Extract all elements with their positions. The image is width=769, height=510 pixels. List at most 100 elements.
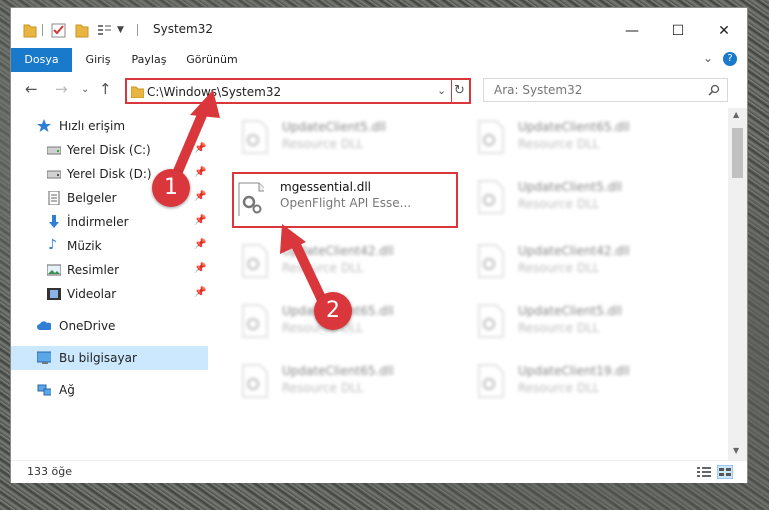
file-name: mgessential.dll: [280, 180, 372, 194]
step-badge-2: 2: [314, 292, 352, 330]
file-name: UpdateClient42.dll: [282, 244, 394, 258]
pin-icon[interactable]: 📌: [194, 263, 206, 274]
network-icon: [37, 384, 51, 396]
sidebar-item-music[interactable]: ♪ Müzik 📌: [11, 234, 208, 258]
ribbon-expand-icon[interactable]: ⌄: [703, 51, 713, 65]
music-icon: ♪: [48, 237, 57, 253]
up-arrow-icon[interactable]: ↑: [99, 80, 112, 98]
sidebar-item-label: Yerel Disk (C:): [67, 143, 151, 157]
sidebar-item-label: Belgeler: [67, 191, 117, 205]
maximize-button[interactable]: ☐: [655, 16, 701, 46]
ribbon-tabs: Dosya Giriş Paylaş Görünüm ⌄ ?: [11, 48, 747, 102]
dll-file-icon: [238, 182, 264, 216]
pin-icon[interactable]: 📌: [194, 143, 206, 154]
sidebar-item-label: Yerel Disk (D:): [67, 167, 152, 181]
list-item[interactable]: UpdateClient42.dll Resource DLL: [470, 236, 700, 290]
sidebar-item-downloads[interactable]: İndirmeler 📌: [11, 210, 208, 234]
list-item[interactable]: UpdateClient42.dll Resource DLL: [234, 236, 464, 290]
scroll-down-icon[interactable]: ▼: [733, 446, 739, 455]
sidebar-item-this-pc[interactable]: Bu bilgisayar: [11, 346, 208, 370]
file-type: Resource DLL: [518, 197, 600, 211]
dll-file-icon: [242, 304, 268, 338]
navigation-pane: Hızlı erişim Yerel Disk (C:) 📌 Yerel Dis…: [11, 108, 208, 460]
address-divider: [451, 80, 452, 102]
close-button[interactable]: ✕: [701, 16, 747, 46]
title-bar: ▼ System32 — ☐ ✕: [11, 8, 747, 48]
computer-icon: [37, 351, 51, 364]
refresh-icon[interactable]: ↻: [454, 83, 465, 98]
pin-icon[interactable]: 📌: [194, 191, 206, 202]
details-view-icon[interactable]: [697, 466, 711, 478]
tab-home[interactable]: Giriş: [81, 48, 115, 72]
video-icon: [47, 288, 61, 300]
forward-arrow-icon[interactable]: →: [55, 80, 68, 98]
window-title: System32: [153, 22, 214, 36]
new-folder-icon[interactable]: [75, 22, 89, 38]
toolbar-divider: [137, 24, 138, 36]
tiles-view-icon[interactable]: [717, 465, 733, 479]
folder-icon: [131, 86, 144, 98]
quick-access-dropdown-icon[interactable]: ▼: [117, 25, 124, 41]
scrollbar-thumb[interactable]: [732, 128, 743, 178]
list-item-mgessential[interactable]: mgessential.dll OpenFlight API Esse...: [232, 172, 458, 228]
file-type: Resource DLL: [282, 381, 364, 395]
list-item[interactable]: UpdateClient19.dll Resource DLL: [470, 356, 700, 410]
dll-file-icon: [478, 364, 504, 398]
sidebar-item-quick-access[interactable]: Hızlı erişim: [11, 114, 208, 138]
dll-file-icon: [478, 304, 504, 338]
cloud-icon: [37, 321, 51, 330]
file-name: UpdateClient19.dll: [518, 364, 630, 378]
step-badge-1: 1: [152, 169, 190, 207]
list-item[interactable]: UpdateClient5.dll Resource DLL: [234, 112, 464, 166]
file-type: OpenFlight API Esse...: [280, 196, 412, 210]
scroll-up-icon[interactable]: ▲: [733, 110, 739, 119]
sidebar-item-label: Resimler: [67, 263, 120, 277]
item-count: 133 öğe: [27, 465, 72, 478]
vertical-scrollbar[interactable]: ▲ ▼: [728, 108, 747, 460]
status-bar: 133 öğe: [11, 460, 747, 483]
sidebar-item-network[interactable]: Ağ: [11, 378, 208, 402]
sidebar-item-label: Videolar: [67, 287, 117, 301]
sidebar-item-pictures[interactable]: Resimler 📌: [11, 258, 208, 282]
documents-icon: [48, 191, 60, 205]
file-type: Resource DLL: [282, 137, 364, 151]
pictures-icon: [47, 264, 61, 276]
address-row: ← → ⌄ ↑ C:\Windows\System32 ⌄ ↻: [11, 72, 747, 108]
search-box[interactable]: [483, 78, 728, 102]
properties-icon[interactable]: [51, 22, 67, 38]
address-dropdown-icon[interactable]: ⌄: [437, 84, 446, 97]
sidebar-item-label: Hızlı erişim: [59, 119, 126, 133]
search-icon[interactable]: [708, 84, 720, 96]
help-icon[interactable]: ?: [723, 52, 737, 66]
address-bar[interactable]: C:\Windows\System32 ⌄ ↻: [125, 78, 471, 104]
tab-view[interactable]: Görünüm: [183, 48, 241, 72]
tab-share[interactable]: Paylaş: [127, 48, 171, 72]
list-item[interactable]: UpdateClient65.dll Resource DLL: [234, 356, 464, 410]
file-list: UpdateClient5.dll Resource DLL UpdateCli…: [208, 108, 738, 460]
sidebar-item-label: Ağ: [59, 383, 75, 397]
folder-icon[interactable]: [23, 22, 37, 38]
minimize-button[interactable]: —: [609, 16, 655, 46]
search-input[interactable]: [492, 82, 696, 98]
file-name: UpdateClient65.dll: [518, 120, 630, 134]
recent-locations-icon[interactable]: ⌄: [81, 84, 89, 95]
pin-icon[interactable]: 📌: [194, 215, 206, 226]
pin-icon[interactable]: 📌: [194, 167, 206, 178]
customize-toolbar-icon[interactable]: [97, 22, 113, 38]
file-type: Resource DLL: [518, 321, 600, 335]
back-arrow-icon[interactable]: ←: [25, 80, 38, 98]
file-type: Resource DLL: [518, 137, 600, 151]
sidebar-item-videos[interactable]: Videolar 📌: [11, 282, 208, 306]
list-item[interactable]: UpdateClient5.dll Resource DLL: [470, 296, 700, 350]
disk-icon: [47, 146, 61, 155]
sidebar-item-onedrive[interactable]: OneDrive: [11, 314, 208, 338]
file-name: UpdateClient5.dll: [282, 120, 386, 134]
list-item[interactable]: UpdateClient5.dll Resource DLL: [470, 172, 700, 226]
pin-icon[interactable]: 📌: [194, 239, 206, 250]
sidebar-item-disk-c[interactable]: Yerel Disk (C:) 📌: [11, 138, 208, 162]
disk-icon: [47, 170, 61, 179]
pin-icon[interactable]: 📌: [194, 287, 206, 298]
list-item[interactable]: UpdateClient65.dll Resource DLL: [470, 112, 700, 166]
star-icon: [37, 119, 51, 132]
sidebar-item-label: OneDrive: [59, 319, 116, 333]
